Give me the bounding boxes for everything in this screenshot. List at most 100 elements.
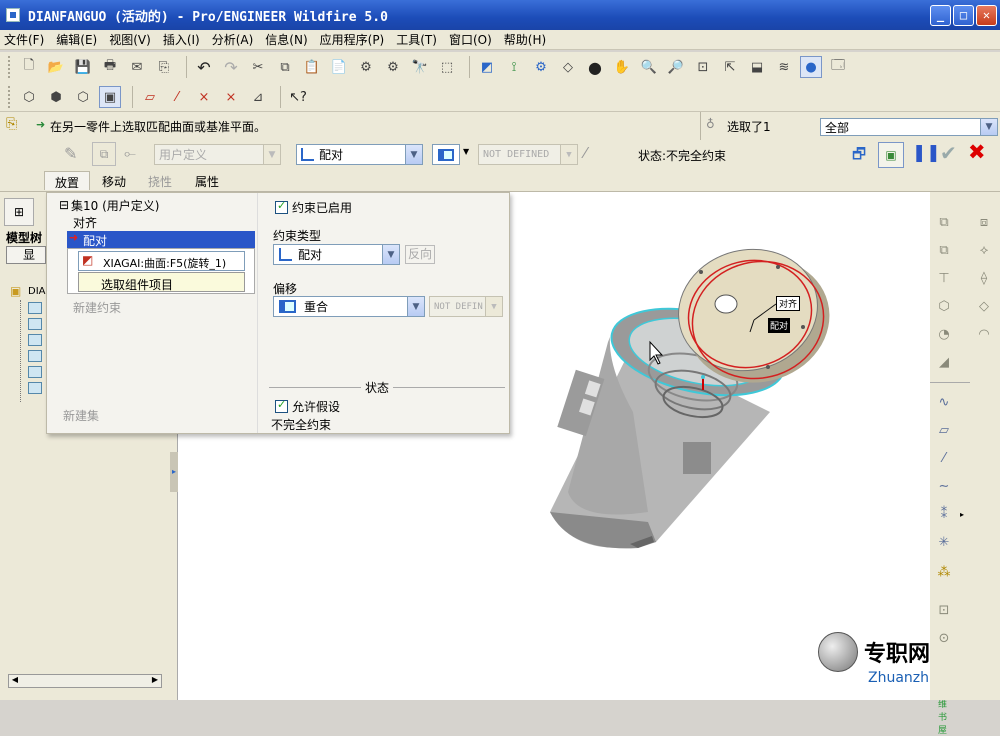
- zoom-out-icon[interactable]: 🔎: [665, 56, 687, 78]
- part-icon[interactable]: [28, 302, 42, 314]
- settings-icon[interactable]: ⚙: [530, 56, 552, 78]
- zoom-in-icon[interactable]: 🔍: [638, 56, 660, 78]
- print-icon[interactable]: 🖶: [99, 56, 121, 78]
- sketch-curve-icon[interactable]: ∿: [934, 392, 954, 412]
- find-icon[interactable]: 🔭: [409, 56, 431, 78]
- mirror-icon[interactable]: ⟡: [974, 240, 994, 260]
- datum-point-icon[interactable]: ⁑: [934, 504, 954, 524]
- undo-icon[interactable]: ↶: [193, 56, 215, 78]
- refit-icon[interactable]: ⊡: [692, 56, 714, 78]
- offset-value-field[interactable]: NOT DEFIN ▼: [429, 296, 503, 317]
- model-tree-tab-icon[interactable]: ⊞: [4, 198, 34, 226]
- shading-icon[interactable]: ▣: [99, 86, 121, 108]
- reorient-icon[interactable]: ⇱: [719, 56, 741, 78]
- constraint-tag-align[interactable]: 对齐: [776, 296, 801, 311]
- copy-icon[interactable]: ⧉: [274, 56, 296, 78]
- save-icon[interactable]: 💾: [72, 56, 94, 78]
- window-icon[interactable]: 🗔: [827, 56, 849, 78]
- edit-constraint-icon[interactable]: ✎: [64, 144, 77, 163]
- flip-icon[interactable]: ⁄: [584, 144, 587, 162]
- constraint-enabled-checkbox[interactable]: 约束已启用: [275, 199, 352, 216]
- maximize-button[interactable]: □: [953, 5, 974, 26]
- constraint-tag-mate[interactable]: 配对: [768, 318, 791, 333]
- apply-check-icon[interactable]: ✔: [940, 141, 957, 165]
- new-constraint-link[interactable]: 新建约束: [73, 299, 121, 316]
- hidden-line-icon[interactable]: ⬢: [45, 86, 67, 108]
- sketch-icon[interactable]: ◩: [476, 56, 498, 78]
- constraint-type-select[interactable]: 配对 ▼: [296, 144, 423, 165]
- horizontal-scrollbar[interactable]: ◀ ▶: [8, 674, 162, 688]
- saved-views-icon[interactable]: ⬓: [746, 56, 768, 78]
- menu-analysis[interactable]: 分析(A): [212, 31, 254, 48]
- datum-plane-icon[interactable]: ▱: [139, 86, 161, 108]
- sphere-icon[interactable]: ●: [584, 56, 606, 78]
- pan-hand-icon[interactable]: ✋: [611, 56, 633, 78]
- display-style-icon[interactable]: ●: [800, 56, 822, 78]
- tab-move[interactable]: 移动: [102, 171, 126, 190]
- send-mail-icon[interactable]: ✉: [126, 56, 148, 78]
- reference-item-1[interactable]: ◩ XIAGAI:曲面:F5(旋转_1): [78, 251, 245, 271]
- menu-window[interactable]: 窗口(O): [449, 31, 492, 48]
- new-set-link[interactable]: 新建集: [63, 407, 99, 424]
- cancel-x-icon[interactable]: ✖: [968, 140, 986, 164]
- constraint-item-align[interactable]: 对齐: [73, 214, 97, 231]
- datum-point-icon[interactable]: ×: [193, 86, 215, 108]
- panel-constraint-type-select[interactable]: 配对 ▼: [273, 244, 400, 265]
- coordinate-system-icon[interactable]: ✳: [934, 532, 954, 552]
- context-help-icon[interactable]: ↖?: [287, 86, 309, 108]
- collapse-handle-icon[interactable]: ▸: [170, 452, 178, 492]
- constraint-item-mate-row[interactable]: ➜ 配对: [67, 231, 255, 248]
- wireframe-icon[interactable]: ⬡: [18, 86, 40, 108]
- annotation-icon[interactable]: ⊿: [247, 86, 269, 108]
- paste-icon[interactable]: 📋: [301, 56, 323, 78]
- pause-icon[interactable]: ❚❚: [912, 143, 941, 163]
- revolve-icon[interactable]: ⟠: [974, 268, 994, 288]
- regenerate-icon[interactable]: ⚙: [355, 56, 377, 78]
- close-button[interactable]: ✕: [976, 5, 997, 26]
- new-file-icon[interactable]: 🗋: [18, 56, 40, 78]
- main-window-icon[interactable]: ▣: [878, 142, 904, 168]
- tab-flexibility[interactable]: 挠性: [148, 171, 172, 190]
- datum-axis-icon[interactable]: ⁄: [934, 448, 954, 468]
- paste-special-icon[interactable]: 📄: [328, 56, 350, 78]
- part-icon[interactable]: [28, 382, 42, 394]
- flip-button[interactable]: 反向: [405, 245, 435, 264]
- tree-root[interactable]: DIA: [28, 286, 46, 297]
- round-icon[interactable]: ◠: [974, 324, 994, 344]
- redo-icon[interactable]: ↷: [220, 56, 242, 78]
- allow-assumptions-checkbox[interactable]: 允许假设: [275, 398, 340, 415]
- set-expander-icon[interactable]: ⊟: [59, 198, 69, 212]
- show-button[interactable]: 显示: [6, 246, 46, 264]
- blend-icon[interactable]: ◇: [974, 296, 994, 316]
- menu-help[interactable]: 帮助(H): [504, 31, 546, 48]
- part-icon[interactable]: [28, 334, 42, 346]
- datum-plane-icon[interactable]: ▱: [934, 420, 954, 440]
- open-folder-icon[interactable]: 📂: [45, 56, 67, 78]
- tab-placement[interactable]: 放置: [44, 171, 90, 190]
- create-component-icon[interactable]: ⧈: [974, 212, 994, 232]
- connection-icon[interactable]: ⟜: [124, 144, 136, 162]
- datum-curve-icon[interactable]: ∼: [934, 476, 954, 496]
- sub-window-icon[interactable]: 🗗: [852, 144, 866, 169]
- constraint-set-label[interactable]: 集10 (用户定义): [71, 197, 159, 214]
- chevron-down-icon[interactable]: ▼: [463, 147, 469, 156]
- constraint-set-select[interactable]: 用户定义 ▼: [154, 144, 281, 165]
- analysis-icon[interactable]: ⁂: [934, 562, 954, 582]
- menu-view[interactable]: 视图(V): [109, 31, 151, 48]
- regenerate-manager-icon[interactable]: ⚙: [382, 56, 404, 78]
- offset-type-select[interactable]: 重合 ▼: [273, 296, 425, 317]
- offset-field[interactable]: NOT DEFINED ▼: [478, 144, 578, 165]
- scroll-right-icon[interactable]: ▶: [149, 675, 161, 687]
- assemble-icon[interactable]: ⧉: [934, 212, 954, 232]
- menu-file[interactable]: 文件(F): [4, 31, 44, 48]
- select-box-icon[interactable]: ⬚: [436, 56, 458, 78]
- extrude-icon[interactable]: ⊤: [934, 268, 954, 288]
- offset-type-button[interactable]: [432, 144, 460, 165]
- chamfer-icon[interactable]: ◢: [934, 352, 954, 372]
- flyout-arrow-icon[interactable]: ▸: [960, 510, 964, 519]
- package-icon[interactable]: ⧉: [934, 240, 954, 260]
- csys-icon[interactable]: ⨯: [220, 86, 242, 108]
- menu-edit[interactable]: 编辑(E): [56, 31, 97, 48]
- reference-collector[interactable]: ◩ XIAGAI:曲面:F5(旋转_1) 选取组件项目: [67, 248, 255, 294]
- menu-insert[interactable]: 插入(I): [163, 31, 200, 48]
